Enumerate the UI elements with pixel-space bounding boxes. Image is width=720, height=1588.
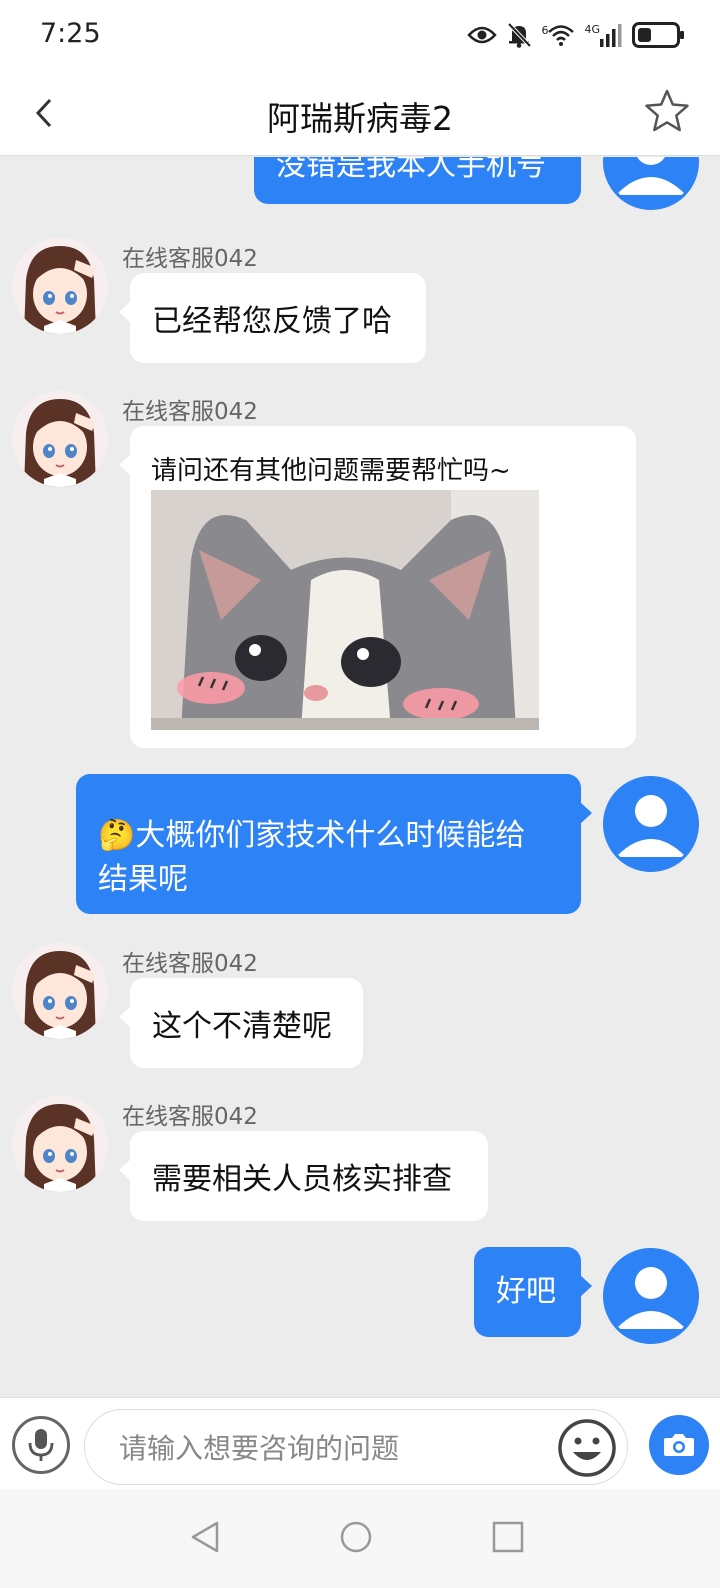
sender-name: 在线客服042 bbox=[122, 951, 258, 977]
message-text: 已经帮您反馈了哈 bbox=[152, 304, 392, 339]
agent-avatar bbox=[12, 1096, 108, 1192]
user-avatar bbox=[603, 776, 699, 872]
message-text: 请问还有其他问题需要帮忙吗~ bbox=[151, 456, 511, 486]
status-time: 7:25 bbox=[40, 18, 101, 49]
nav-recents-icon[interactable] bbox=[488, 1517, 528, 1557]
person-icon bbox=[616, 1267, 686, 1329]
message-bubble-outgoing: 没错是我本人手机号 bbox=[254, 157, 581, 204]
message-bubble-incoming: 这个不清楚呢 bbox=[119, 978, 363, 1068]
nav-home-icon[interactable] bbox=[336, 1517, 376, 1557]
battery-icon bbox=[632, 22, 684, 48]
message-input-wrapper bbox=[84, 1409, 628, 1485]
person-icon bbox=[616, 795, 686, 857]
anime-girl-avatar-icon bbox=[12, 1096, 108, 1192]
user-avatar bbox=[603, 157, 699, 210]
sender-name: 在线客服042 bbox=[122, 246, 258, 272]
agent-avatar bbox=[12, 391, 108, 487]
anime-girl-avatar-icon bbox=[12, 238, 108, 334]
star-icon bbox=[645, 89, 689, 132]
message-bubble-incoming: 需要相关人员核实排查 bbox=[119, 1131, 488, 1221]
status-bar: 7:25 6 4G bbox=[0, 0, 720, 72]
message-text: 这个不清楚呢 bbox=[152, 1009, 332, 1044]
microphone-icon bbox=[28, 1429, 54, 1461]
message-bubble-outgoing: 🤔大概你们家技术什么时候能给 结果呢 bbox=[76, 774, 592, 914]
anime-girl-avatar-icon bbox=[12, 391, 108, 487]
smiley-face-icon bbox=[558, 1419, 616, 1477]
message-bubble-incoming: 请问还有其他问题需要帮忙吗~ bbox=[119, 426, 636, 748]
message-text: 没错是我本人手机号 bbox=[276, 157, 546, 183]
agent-avatar bbox=[12, 238, 108, 334]
signal-label: 4G bbox=[584, 23, 600, 36]
system-navigation-bar bbox=[0, 1489, 720, 1588]
cellular-icon: 4G bbox=[584, 23, 622, 47]
anime-girl-avatar-icon bbox=[12, 943, 108, 1039]
chat-header: 阿瑞斯病毒2 bbox=[0, 72, 720, 156]
sender-name: 在线客服042 bbox=[122, 399, 258, 425]
wifi-label: 6 bbox=[541, 24, 549, 37]
camera-icon bbox=[664, 1434, 694, 1456]
message-input-bar bbox=[0, 1397, 720, 1489]
eye-icon bbox=[467, 26, 498, 44]
wifi-icon: 6 bbox=[541, 24, 575, 46]
message-text-line: 结果呢 bbox=[98, 862, 188, 897]
message-text-line: 🤔大概你们家技术什么时候能给 bbox=[98, 814, 559, 858]
message-bubble-incoming: 已经帮您反馈了哈 bbox=[119, 273, 426, 363]
mute-bell-icon bbox=[508, 22, 532, 48]
person-icon bbox=[616, 157, 686, 195]
nav-back-icon[interactable] bbox=[185, 1517, 225, 1557]
message-text: 大概你们家技术什么时候能给 bbox=[135, 818, 526, 853]
battery-level bbox=[638, 28, 651, 42]
message-image[interactable] bbox=[151, 490, 539, 730]
favorite-button[interactable] bbox=[644, 88, 694, 138]
user-avatar bbox=[603, 1248, 699, 1344]
crying-cat-sticker-image bbox=[151, 490, 539, 730]
message-input[interactable] bbox=[119, 1430, 539, 1466]
message-text: 需要相关人员核实排查 bbox=[152, 1162, 452, 1197]
camera-button[interactable] bbox=[649, 1415, 709, 1475]
thinking-face-emoji: 🤔 bbox=[98, 818, 136, 853]
sender-name: 在线客服042 bbox=[122, 1104, 258, 1130]
message-text: 好吧 bbox=[496, 1274, 556, 1309]
voice-input-button[interactable] bbox=[12, 1416, 70, 1474]
status-icons: 6 4G bbox=[467, 18, 684, 52]
chat-message-list[interactable]: 没错是我本人手机号 在线客服042 已经帮您反馈了哈 在线客服042 请问还有其… bbox=[0, 157, 720, 1397]
message-bubble-outgoing: 好吧 bbox=[474, 1247, 592, 1337]
page-title: 阿瑞斯病毒2 bbox=[267, 99, 453, 138]
agent-avatar bbox=[12, 943, 108, 1039]
emoji-button[interactable] bbox=[557, 1418, 617, 1478]
